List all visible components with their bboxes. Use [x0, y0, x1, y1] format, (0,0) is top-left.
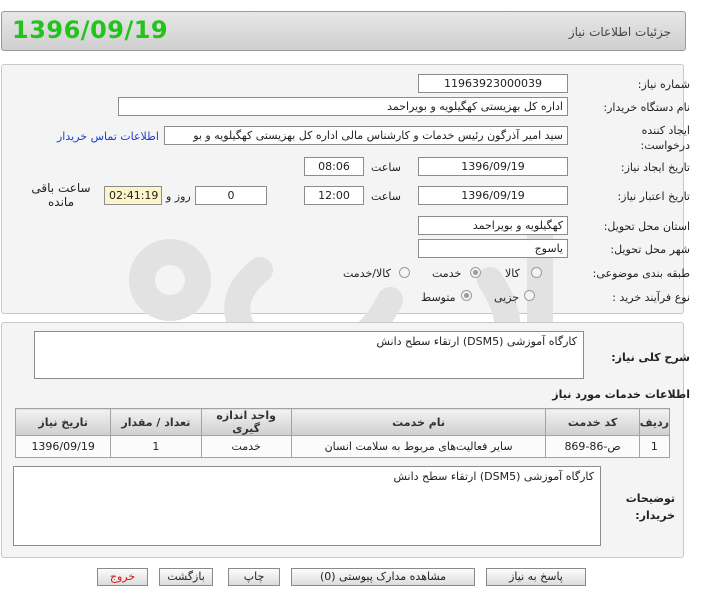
summary-text[interactable]: کارگاه آموزشی (DSM5) ارتقاء سطح دانش — [34, 331, 584, 379]
requester-label: ایجاد کننده — [641, 124, 690, 137]
remaining-days-field[interactable]: 0 — [195, 186, 267, 205]
remaining-time-field: 02:41:19 — [104, 186, 162, 205]
buyer-contact-link[interactable]: اطلاعات تماس خریدار — [57, 130, 159, 143]
column-service-code: کد خدمت — [545, 408, 640, 436]
category-goods-radio[interactable] — [531, 267, 542, 278]
cell-need-date: 1396/09/19 — [14, 435, 112, 458]
category-option-service: خدمت — [432, 267, 462, 280]
purchase-option-medium: متوسط — [421, 291, 456, 304]
remaining-time-label: ساعت باقی مانده — [31, 181, 91, 209]
table-row[interactable]: 1 ص-86-869 سایر فعالیت‌های مربوط به سلام… — [14, 435, 671, 458]
cell-unit: خدمت — [200, 435, 292, 458]
remaining-days-label: روز و — [166, 190, 191, 203]
purchase-medium-radio[interactable] — [461, 290, 472, 301]
back-button[interactable]: بازگشت — [159, 568, 213, 586]
validity-time-field[interactable]: 12:00 — [304, 186, 364, 205]
services-title: اطلاعات خدمات مورد نیاز — [552, 388, 690, 401]
buyer-org-label: نام دستگاه خریدار: — [603, 101, 690, 114]
header-date: 1396/09/19 — [12, 16, 169, 44]
exit-button[interactable]: خروج — [97, 568, 148, 586]
buyer-notes-label: توضیحات — [625, 492, 675, 505]
validity-date-label: تاریخ اعتبار نیاز: — [617, 190, 690, 203]
column-quantity: تعداد / مقدار — [110, 408, 202, 436]
cell-quantity: 1 — [110, 435, 202, 458]
validity-time-label: ساعت — [371, 190, 401, 203]
city-label: شهر محل تحویل: — [610, 243, 690, 256]
province-field[interactable]: کهگیلویه و بویراحمد — [418, 216, 568, 235]
created-time-label: ساعت — [371, 161, 401, 174]
requester-field[interactable]: سید امیر آذرگون رئیس خدمات و کارشناس مال… — [164, 126, 568, 145]
column-row: ردیف — [638, 408, 671, 436]
print-button[interactable]: چاپ — [228, 568, 280, 586]
attachments-button[interactable]: مشاهده مدارک پیوستی (0) — [291, 568, 475, 586]
requester-label-2: درخواست: — [640, 139, 690, 152]
created-date-field[interactable]: 1396/09/19 — [418, 157, 568, 176]
purchase-small-radio[interactable] — [524, 290, 535, 301]
buyer-org-field[interactable]: اداره کل بهزیستی کهگیلویه و بویراحمد — [118, 97, 568, 116]
category-label: طبقه بندی موضوعی: — [592, 267, 690, 280]
category-service-radio[interactable] — [470, 267, 481, 278]
column-service-name: نام خدمت — [290, 408, 547, 436]
services-table: ردیف کد خدمت نام خدمت واحد اندازه گیری ت… — [14, 408, 671, 458]
purchase-type-label: نوع فرآیند خرید : — [612, 291, 690, 304]
created-time-field[interactable]: 08:06 — [304, 157, 364, 176]
cell-service-code: ص-86-869 — [545, 435, 640, 458]
cell-service-name: سایر فعالیت‌های مربوط به سلامت انسان — [290, 435, 547, 458]
page-header: 1396/09/19 جزئیات اطلاعات نیاز — [1, 11, 686, 51]
cell-row: 1 — [638, 435, 671, 458]
province-label: استان محل تحویل: — [603, 220, 690, 233]
validity-date-field[interactable]: 1396/09/19 — [418, 186, 568, 205]
category-option-both: کالا/خدمت — [343, 267, 391, 280]
buyer-notes-text[interactable]: کارگاه آموزشی (DSM5) ارتقاء سطح دانش — [13, 466, 601, 546]
created-date-label: تاریخ ایجاد نیاز: — [620, 161, 690, 174]
page-title: جزئیات اطلاعات نیاز — [568, 25, 671, 39]
column-unit: واحد اندازه گیری — [200, 408, 292, 436]
city-field[interactable]: یاسوج — [418, 239, 568, 258]
need-number-label: شماره نیاز: — [637, 78, 690, 91]
category-both-radio[interactable] — [399, 267, 410, 278]
summary-label: شرح کلی نیاز: — [611, 351, 690, 364]
reply-button[interactable]: پاسخ به نیاز — [486, 568, 586, 586]
category-option-goods: کالا — [505, 267, 520, 280]
purchase-option-small: جزیی — [494, 291, 520, 304]
need-number-field[interactable]: 1196392300003‌9 — [418, 74, 568, 93]
column-need-date: تاریخ نیاز — [14, 408, 112, 436]
buyer-notes-label-2: خریدار: — [635, 509, 675, 522]
